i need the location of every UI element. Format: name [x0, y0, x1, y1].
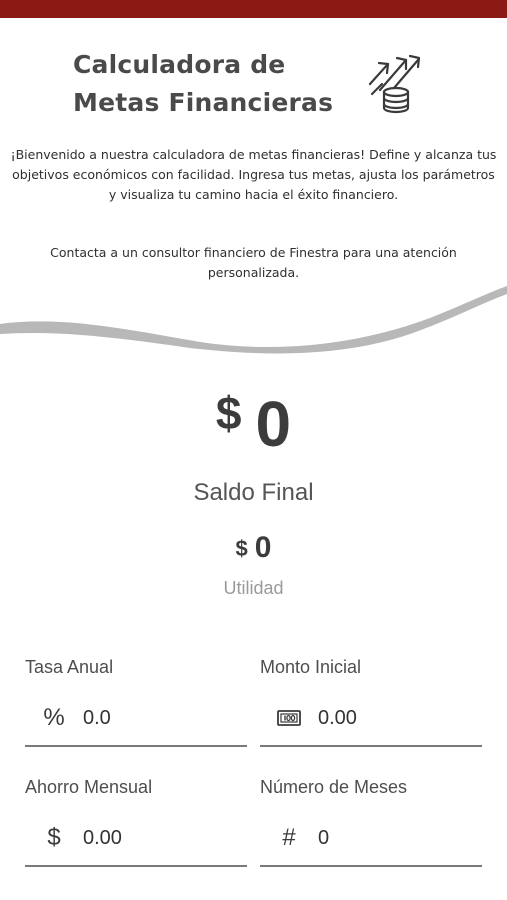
- annual-rate-field: Tasa Anual %: [25, 657, 247, 757]
- cash-bill-icon: [274, 703, 304, 733]
- monthly-savings-input[interactable]: [83, 823, 233, 853]
- initial-amount-field: Monto Inicial: [260, 657, 482, 757]
- top-accent-bar: [0, 0, 507, 18]
- months-count-input[interactable]: [318, 823, 468, 853]
- finance-growth-coins-icon: [368, 54, 421, 114]
- months-count-field: Número de Meses #: [260, 777, 482, 877]
- balance-currency-symbol: $: [215, 387, 242, 439]
- balance-value: 0: [255, 388, 292, 460]
- months-count-label: Número de Meses: [260, 777, 408, 797]
- page-title: Calculadora de Metas Financieras: [73, 46, 353, 122]
- decorative-wave: [0, 286, 507, 354]
- title-line-1: Calculadora de: [73, 50, 286, 79]
- profit-display: $ 0: [0, 533, 507, 563]
- dollar-icon: $: [47, 824, 61, 851]
- annual-rate-box[interactable]: %: [25, 691, 247, 747]
- profit-label: Utilidad: [223, 578, 284, 598]
- initial-amount-label: Monto Inicial: [260, 657, 362, 677]
- monthly-savings-field: Ahorro Mensual $: [25, 777, 247, 877]
- profit-currency-symbol: $: [235, 536, 248, 561]
- percent-icon: %: [43, 704, 65, 731]
- contact-text: Contacta a un consultor financiero de Fi…: [50, 245, 457, 280]
- final-balance-display: $ 0: [0, 378, 507, 458]
- monthly-savings-box[interactable]: $: [25, 811, 247, 867]
- profit-value: 0: [254, 531, 272, 564]
- annual-rate-label: Tasa Anual: [25, 657, 114, 677]
- welcome-text: ¡Bienvenido a nuestra calculadora de met…: [10, 147, 497, 202]
- monthly-savings-label: Ahorro Mensual: [25, 777, 153, 797]
- annual-rate-input[interactable]: [83, 703, 233, 733]
- initial-amount-input[interactable]: [318, 703, 468, 733]
- initial-amount-box[interactable]: [260, 691, 482, 747]
- title-line-2: Metas Financieras: [73, 88, 334, 117]
- hash-icon: #: [282, 824, 296, 851]
- months-count-box[interactable]: #: [260, 811, 482, 867]
- balance-label: Saldo Final: [193, 479, 314, 506]
